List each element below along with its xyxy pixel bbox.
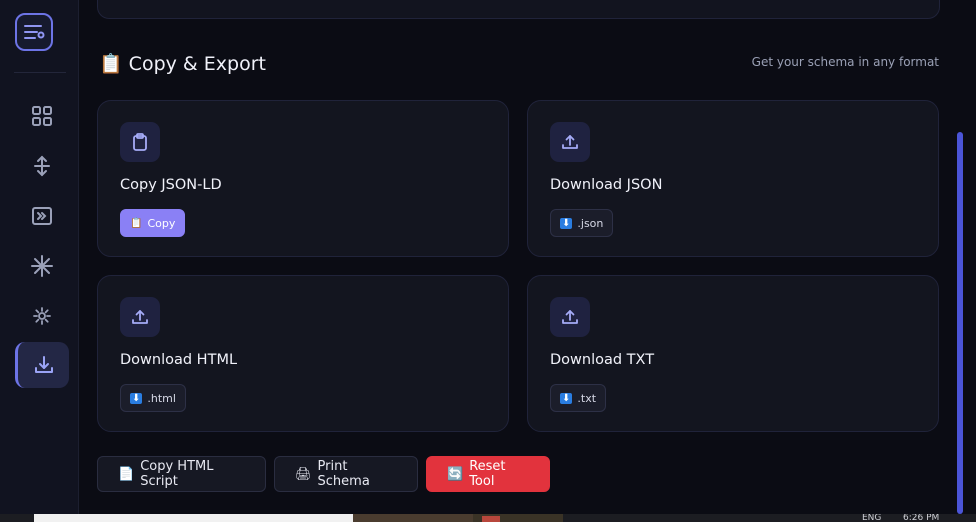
button-label: .json	[577, 216, 604, 230]
taskbar-thumbnail[interactable]	[353, 514, 473, 522]
sidebar	[0, 0, 79, 514]
taskbar-language[interactable]: ENG	[862, 514, 881, 522]
copy-html-script-button[interactable]: 📄 Copy HTML Script	[97, 456, 266, 492]
taskbar-app-icon[interactable]	[482, 516, 500, 522]
sidebar-item-move[interactable]	[15, 143, 69, 189]
sidebar-divider	[14, 72, 66, 73]
reset-tool-button[interactable]: 🔄 Reset Tool	[426, 456, 550, 492]
export-card-download-html: Download HTML ⬇ .html	[97, 275, 509, 432]
upload-tray-icon	[550, 297, 590, 337]
copy-jsonld-button[interactable]: 📋 Copy	[120, 209, 186, 237]
download-txt-button[interactable]: ⬇ .txt	[550, 384, 607, 412]
sparkle-icon	[31, 255, 53, 277]
section-title-text: Copy & Export	[128, 52, 266, 75]
sidebar-item-export[interactable]	[15, 342, 69, 388]
printer-icon: 🖨	[295, 466, 312, 482]
sidebar-item-sparkle[interactable]	[15, 243, 69, 289]
card-title: Download HTML	[120, 352, 238, 368]
download-icon	[34, 356, 53, 373]
grid-icon	[32, 106, 52, 126]
export-card-download-txt: Download TXT ⬇ .txt	[527, 275, 939, 432]
download-arrow-icon: ⬇	[560, 392, 573, 404]
export-card-download-json: Download JSON ⬇ .json	[527, 100, 939, 257]
main-content: 📋 Copy & Export Get your schema in any f…	[79, 0, 956, 514]
card-title: Download TXT	[550, 352, 655, 368]
button-label: Reset Tool	[469, 459, 506, 489]
sidebar-item-forward[interactable]	[15, 193, 69, 239]
section-subtitle: Get your schema in any format	[751, 55, 939, 69]
download-html-button[interactable]: ⬇ .html	[120, 384, 186, 412]
taskbar-search-box[interactable]	[34, 514, 353, 522]
forward-box-icon	[32, 207, 52, 225]
card-title: Download JSON	[550, 177, 663, 193]
clipboard-emoji-icon: 📋	[99, 53, 123, 75]
button-label: Copy	[147, 216, 176, 230]
sidebar-item-grid[interactable]	[15, 93, 69, 139]
previous-section-card	[97, 0, 940, 19]
move-vertical-icon	[34, 155, 50, 177]
sidebar-item-settings[interactable]	[15, 293, 69, 339]
taskbar-clock[interactable]: 6:26 PM	[903, 514, 939, 522]
print-schema-button[interactable]: 🖨 Print Schema	[274, 456, 418, 492]
upload-tray-icon	[120, 297, 160, 337]
app-logo-icon[interactable]	[15, 13, 53, 51]
button-label: Copy HTML Script	[140, 459, 214, 489]
upload-tray-icon	[550, 122, 590, 162]
button-label: .html	[147, 391, 176, 405]
clipboard-icon	[120, 122, 160, 162]
download-arrow-icon: ⬇	[560, 217, 573, 229]
button-label: Print Schema	[317, 459, 370, 489]
settings-icon	[33, 307, 51, 325]
clipboard-emoji-icon: 📋	[130, 217, 143, 229]
button-label: .txt	[577, 391, 597, 405]
download-json-button[interactable]: ⬇ .json	[550, 209, 614, 237]
section-title: 📋 Copy & Export	[99, 52, 266, 76]
export-card-copy-jsonld: Copy JSON-LD 📋 Copy	[97, 100, 509, 257]
scrollbar-thumb[interactable]	[957, 132, 963, 514]
card-title: Copy JSON-LD	[120, 177, 222, 193]
document-icon: 📄	[118, 466, 135, 482]
download-arrow-icon: ⬇	[130, 392, 143, 404]
refresh-icon: 🔄	[447, 466, 464, 482]
